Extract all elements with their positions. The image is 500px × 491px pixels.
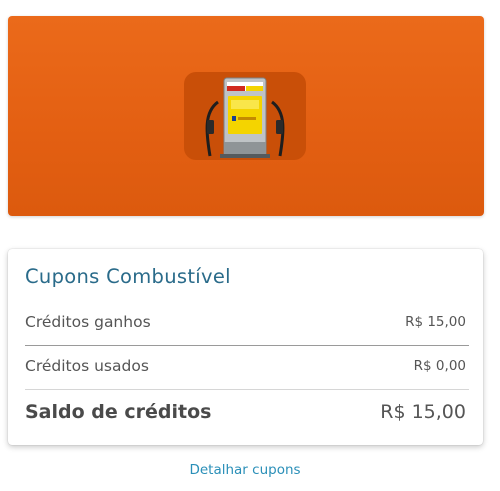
- fuel-coupon-banner: [8, 16, 484, 216]
- coupons-summary-card: Cupons Combustível Créditos ganhos R$ 15…: [8, 249, 483, 445]
- credits-used-value: R$ 0,00: [413, 358, 466, 374]
- credits-earned-value: R$ 15,00: [405, 314, 466, 330]
- credits-used-row: Créditos usados R$ 0,00: [25, 353, 466, 379]
- credit-balance-row: Saldo de créditos R$ 15,00: [25, 397, 466, 427]
- credit-balance-value: R$ 15,00: [380, 401, 466, 423]
- divider: [25, 389, 469, 390]
- credits-used-label: Créditos usados: [25, 357, 149, 375]
- coupon-details-link[interactable]: Detalhar cupons: [0, 462, 490, 478]
- credits-earned-label: Créditos ganhos: [25, 313, 151, 331]
- credit-balance-label: Saldo de créditos: [25, 401, 212, 423]
- divider: [25, 345, 469, 346]
- fuel-pump-icon: [184, 72, 306, 160]
- card-title: Cupons Combustível: [25, 265, 231, 288]
- credits-earned-row: Créditos ganhos R$ 15,00: [25, 309, 466, 335]
